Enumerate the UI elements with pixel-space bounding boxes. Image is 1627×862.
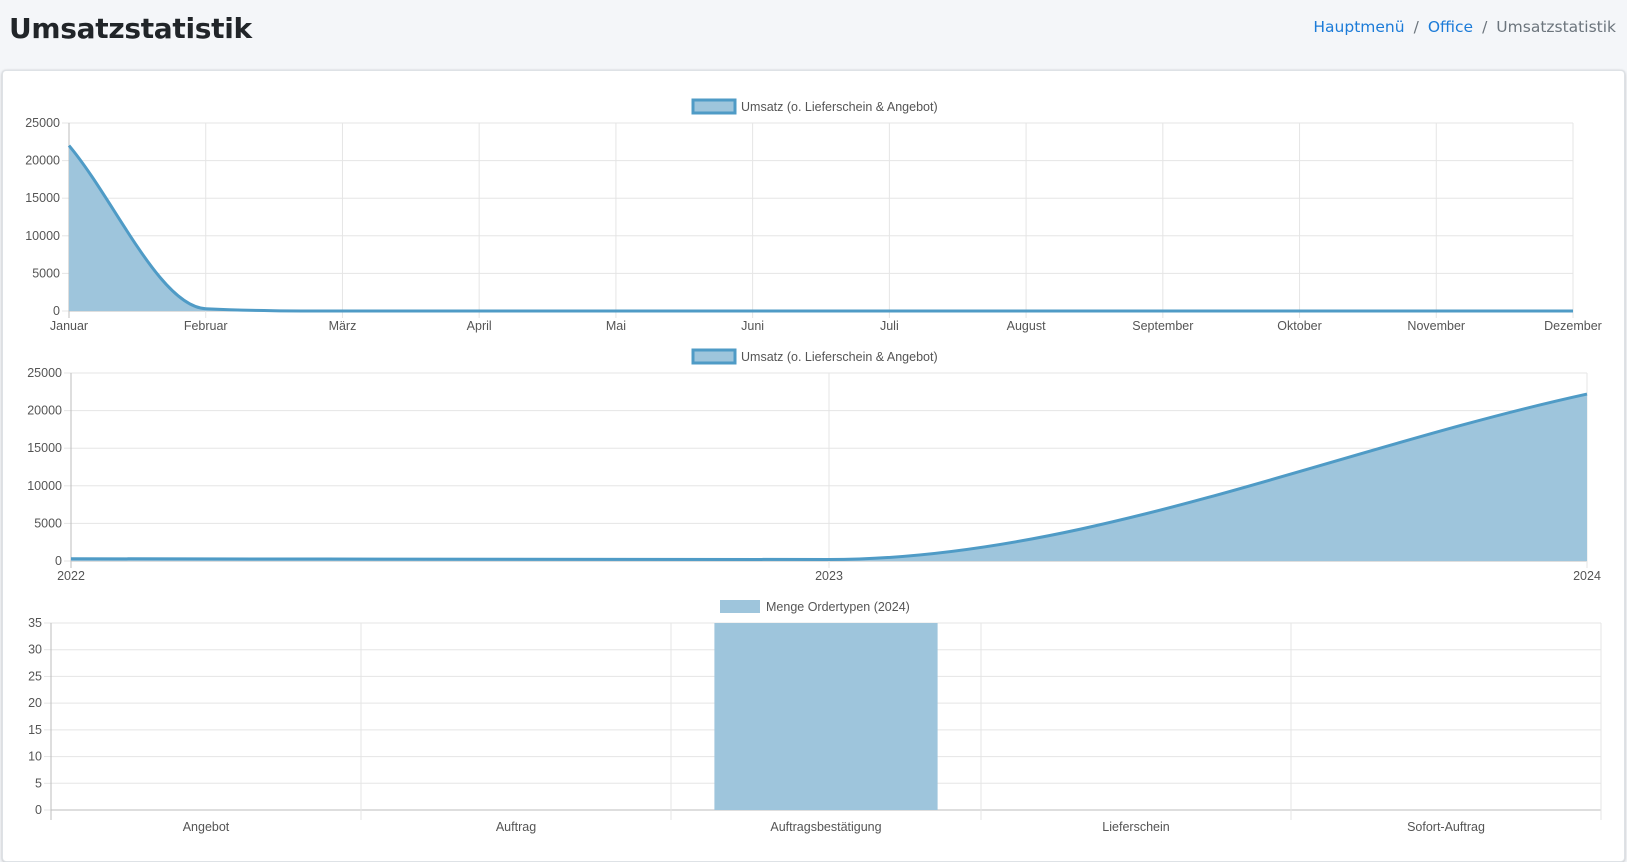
y-tick-label: 35 [28,616,42,630]
y-tick-label: 25000 [25,116,60,130]
x-tick-label: 2024 [1573,569,1601,583]
x-tick-label: September [1132,319,1193,333]
y-tick-label: 15000 [25,191,60,205]
chart-legend: Umsatz (o. Lieferschein & Angebot) [693,350,938,364]
y-tick-label: 30 [28,643,42,657]
legend-swatch [693,100,735,113]
y-tick-label: 10000 [25,229,60,243]
y-tick-label: 20 [28,696,42,710]
legend-label: Umsatz (o. Lieferschein & Angebot) [741,100,938,114]
x-tick-label: Dezember [1544,319,1602,333]
legend-swatch [720,600,760,613]
x-tick-label: Juni [741,319,764,333]
y-tick-label: 25 [28,669,42,683]
y-tick-label: 20000 [25,154,60,168]
y-tick-label: 25000 [27,366,62,380]
x-tick-label: Februar [184,319,228,333]
y-tick-label: 5 [35,776,42,790]
bar-3 [714,623,937,810]
y-tick-label: 0 [55,554,62,568]
legend-swatch [693,350,735,363]
x-tick-label: Auftrag [496,820,536,834]
chart-3: Menge Ordertypen (2024) 35 30 25 20 15 10 5 0 Ang… [28,600,1601,834]
x-tick-label: Oktober [1277,319,1321,333]
x-tick-label: Mai [606,319,626,333]
chart-legend: Umsatz (o. Lieferschein & Angebot) [693,100,938,114]
y-tick-label: 20000 [27,404,62,418]
y-tick-label: 0 [53,304,60,318]
x-tick-label: Lieferschein [1102,820,1169,834]
x-tick-label: 2023 [815,569,843,583]
y-tick-label: 10000 [27,479,62,493]
x-tick-label: November [1407,319,1465,333]
series-line [69,146,1573,311]
y-tick-label: 5000 [32,266,60,280]
chart-legend: Menge Ordertypen (2024) [720,600,910,614]
chart-1: Umsatz (o. Lieferschein & Angebot) 25000 2… [25,100,1602,333]
y-tick-label: 15000 [27,441,62,455]
y-tick-label: 5000 [34,516,62,530]
x-tick-label: 2022 [57,569,85,583]
y-tick-label: 15 [28,723,42,737]
x-tick-label: Januar [50,319,88,333]
y-tick-label: 10 [28,750,42,764]
x-tick-label: April [467,319,492,333]
legend-label: Menge Ordertypen (2024) [766,600,910,614]
x-tick-label: Juli [880,319,899,333]
x-tick-label: Angebot [183,820,230,834]
charts-canvas: Umsatz (o. Lieferschein & Angebot)250002… [0,0,1627,852]
x-tick-label: Auftragsbestätigung [770,820,881,834]
legend-label: Umsatz (o. Lieferschein & Angebot) [741,350,938,364]
x-tick-label: März [329,319,357,333]
x-tick-label: August [1007,319,1046,333]
chart-2: Umsatz (o. Lieferschein & Angebot) 25000 2… [27,350,1601,583]
x-tick-label: Sofort-Auftrag [1407,820,1485,834]
series-area [69,146,1573,311]
y-tick-label: 0 [35,803,42,817]
